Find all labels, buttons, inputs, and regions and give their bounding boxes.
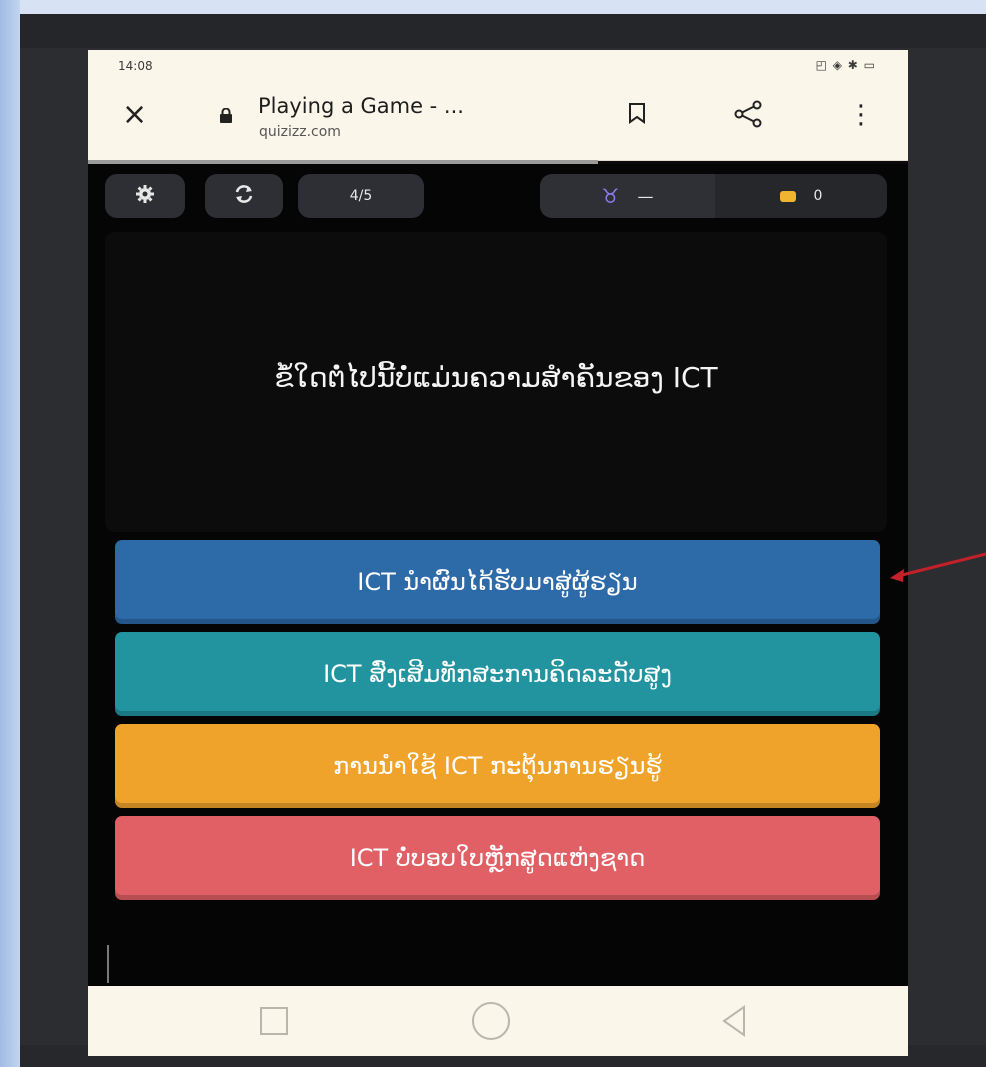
settings-button[interactable] bbox=[105, 174, 185, 218]
frame-top-band bbox=[20, 14, 986, 48]
close-icon[interactable]: × bbox=[122, 100, 147, 130]
desktop-background-strip bbox=[0, 0, 20, 1067]
android-nav-bar bbox=[88, 986, 908, 1056]
question-text: ຂໍ້ໃດຕໍ່ໄປນີ້ບໍ່ແມ່ນຄວາມສຳຄັນຂອງ ICT bbox=[274, 360, 718, 394]
answer-option-2[interactable]: ICT ສົ່ງເສີມທັກສະການຄິດລະດັບສູງ bbox=[115, 632, 880, 716]
quiz-game-area: 4/5 ♉ — 0 ຂໍ້ໃດຕໍ່ໄປນີ້ບໍ່ແມ່ນຄວາມສຳຄັນຂ… bbox=[88, 164, 908, 986]
status-system-icons: ◰ ◈ ✱ ▭ bbox=[815, 58, 876, 72]
answer-option-3[interactable]: ການນຳໃຊ້ ICT ກະຕຸ້ນການຮຽນຮູ້ bbox=[115, 724, 880, 808]
streak-icon: ♉ bbox=[601, 184, 620, 208]
screen-frame: 14:08 ◰ ◈ ✱ ▭ × Playing a Game - ... qui… bbox=[20, 14, 986, 1067]
coin-count: 0 bbox=[813, 188, 823, 204]
square-icon[interactable] bbox=[260, 1007, 288, 1035]
circle-icon[interactable] bbox=[472, 1002, 510, 1040]
lock-icon bbox=[219, 107, 233, 128]
coin-counter: 0 bbox=[715, 174, 887, 218]
refresh-button[interactable] bbox=[205, 174, 283, 218]
question-counter: 4/5 bbox=[298, 174, 424, 218]
refresh-icon bbox=[233, 184, 255, 208]
browser-url-bar: × Playing a Game - ... quizizz.com ⋮ bbox=[88, 80, 908, 161]
gear-icon bbox=[135, 184, 155, 208]
phone-screen: 14:08 ◰ ◈ ✱ ▭ × Playing a Game - ... qui… bbox=[88, 50, 908, 1056]
share-icon[interactable] bbox=[733, 100, 763, 128]
coin-stack-icon bbox=[779, 190, 796, 202]
text-caret bbox=[107, 945, 109, 983]
streak-value: — bbox=[637, 186, 654, 206]
page-title: Playing a Game - ... bbox=[258, 94, 464, 118]
status-bar: 14:08 ◰ ◈ ✱ ▭ bbox=[88, 50, 908, 80]
triangle-back-icon[interactable] bbox=[720, 1004, 748, 1038]
overflow-menu-icon[interactable]: ⋮ bbox=[848, 102, 874, 128]
streak-indicator: ♉ — bbox=[540, 174, 715, 218]
answer-option-4[interactable]: ICT ບໍ່ບອບໃບຫຼັກສູດແຫ່ງຊາດ bbox=[115, 816, 880, 900]
question-card: ຂໍ້ໃດຕໍ່ໄປນີ້ບໍ່ແມ່ນຄວາມສຳຄັນຂອງ ICT bbox=[105, 232, 887, 532]
page-host: quizizz.com bbox=[259, 124, 341, 140]
status-time: 14:08 bbox=[118, 59, 153, 73]
bookmark-icon[interactable] bbox=[628, 102, 646, 124]
answer-option-1[interactable]: ICT ນຳຜົນໄດ້ຮັບມາສູ່ຜູ້ຮຽນ bbox=[115, 540, 880, 624]
